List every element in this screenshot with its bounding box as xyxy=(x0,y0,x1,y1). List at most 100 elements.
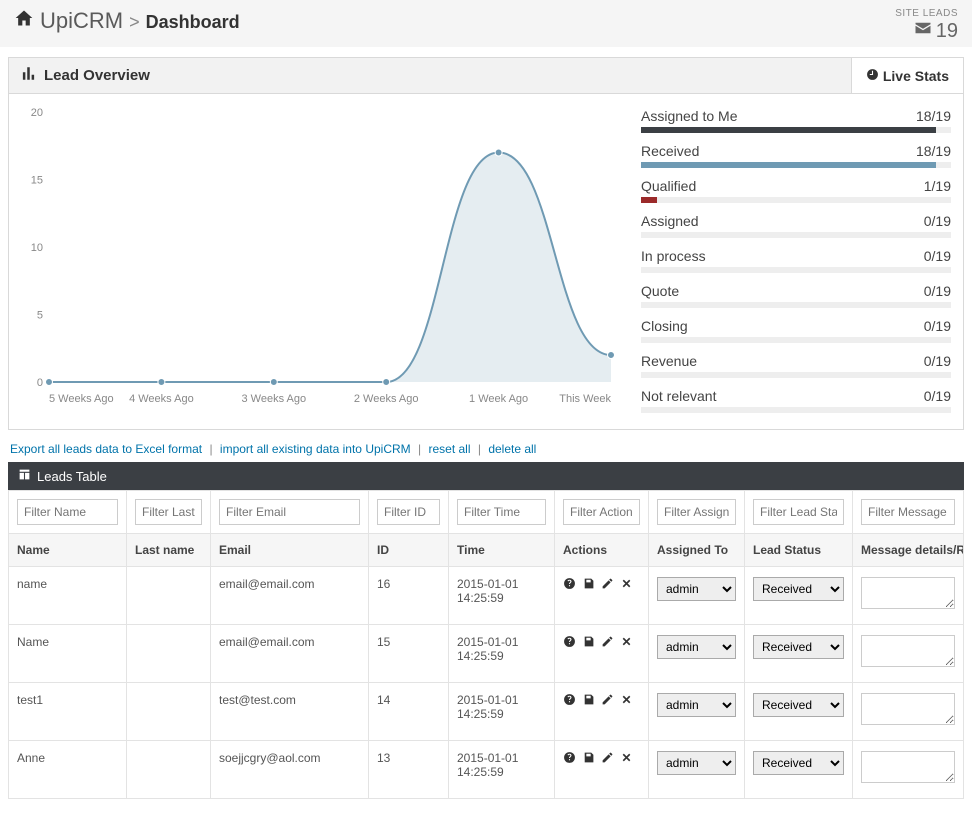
header-status[interactable]: Lead Status xyxy=(745,534,853,567)
stats-column: Assigned to Me18/19Received18/19Qualifie… xyxy=(641,102,951,413)
status-select[interactable]: Received xyxy=(753,751,844,775)
page-title: Dashboard xyxy=(146,12,240,33)
edit-icon[interactable] xyxy=(601,577,614,593)
stat-bar xyxy=(641,162,951,168)
stat-bar xyxy=(641,407,951,413)
remarks-textarea[interactable] xyxy=(861,635,955,667)
svg-text:4 Weeks Ago: 4 Weeks Ago xyxy=(129,393,194,405)
delete-icon[interactable] xyxy=(620,577,633,593)
delete-icon[interactable] xyxy=(620,635,633,651)
filter-assigned-input[interactable] xyxy=(657,499,736,525)
assigned-select[interactable]: admin xyxy=(657,577,736,601)
save-icon[interactable] xyxy=(582,693,595,709)
delete-icon[interactable] xyxy=(620,693,633,709)
app-name: UpiCRM xyxy=(40,8,123,34)
header-name[interactable]: Name xyxy=(9,534,127,567)
panel-title-label: Lead Overview xyxy=(44,67,150,84)
cell-time: 2015-01-01 14:25:59 xyxy=(449,625,555,683)
stat-row: In process0/19 xyxy=(641,248,951,273)
filter-time-input[interactable] xyxy=(457,499,546,525)
header-id[interactable]: ID xyxy=(369,534,449,567)
status-select[interactable]: Received xyxy=(753,693,844,717)
status-select[interactable]: Received xyxy=(753,577,844,601)
info-icon[interactable] xyxy=(563,693,576,709)
filter-message-input[interactable] xyxy=(861,499,955,525)
remarks-textarea[interactable] xyxy=(861,751,955,783)
svg-text:5 Weeks Ago: 5 Weeks Ago xyxy=(49,393,114,405)
cell-actions xyxy=(555,625,649,683)
stat-row: Quote0/19 xyxy=(641,283,951,308)
remarks-textarea[interactable] xyxy=(861,693,955,725)
stat-value: 18/19 xyxy=(916,108,951,124)
stat-value: 18/19 xyxy=(916,143,951,159)
svg-text:5: 5 xyxy=(37,310,43,322)
link-sep: | xyxy=(209,442,212,456)
stat-bar xyxy=(641,267,951,273)
header-assigned[interactable]: Assigned To xyxy=(649,534,745,567)
live-stats-tab[interactable]: Live Stats xyxy=(851,58,963,93)
filter-status-input[interactable] xyxy=(753,499,844,525)
leads-table-title: Leads Table xyxy=(37,469,107,484)
delete-link[interactable]: delete all xyxy=(488,442,536,456)
site-leads-label: SITE LEADS xyxy=(895,8,958,19)
table-body: nameemail@email.com162015-01-01 14:25:59… xyxy=(8,567,964,799)
breadcrumb: UpiCRM > Dashboard xyxy=(14,8,240,34)
lead-overview-panel: Lead Overview Live Stats 051015205 Weeks… xyxy=(8,57,964,430)
stat-row: Not relevant0/19 xyxy=(641,388,951,413)
cell-name: test1 xyxy=(9,683,127,741)
stat-label: Revenue xyxy=(641,353,697,369)
info-icon[interactable] xyxy=(563,751,576,767)
headers-row: Name Last name Email ID Time Actions Ass… xyxy=(8,534,964,567)
stat-bar xyxy=(641,197,951,203)
cell-id: 13 xyxy=(369,741,449,799)
filter-id-input[interactable] xyxy=(377,499,440,525)
topbar: UpiCRM > Dashboard SITE LEADS 19 xyxy=(0,0,972,47)
stat-label: Quote xyxy=(641,283,679,299)
stat-row: Qualified1/19 xyxy=(641,178,951,203)
cell-lastname xyxy=(127,741,211,799)
edit-icon[interactable] xyxy=(601,693,614,709)
info-icon[interactable] xyxy=(563,635,576,651)
edit-icon[interactable] xyxy=(601,635,614,651)
stat-label: Assigned xyxy=(641,213,699,229)
stat-value: 0/19 xyxy=(924,213,951,229)
cell-email: soejjcgry@aol.com xyxy=(211,741,369,799)
stat-row: Received 18/19 xyxy=(641,143,951,168)
cell-actions xyxy=(555,683,649,741)
delete-icon[interactable] xyxy=(620,751,633,767)
cell-actions xyxy=(555,741,649,799)
filter-name-input[interactable] xyxy=(17,499,118,525)
stat-row: Assigned 0/19 xyxy=(641,213,951,238)
stat-bar xyxy=(641,232,951,238)
remarks-textarea[interactable] xyxy=(861,577,955,609)
header-lastname[interactable]: Last name xyxy=(127,534,211,567)
cell-lastname xyxy=(127,625,211,683)
import-link[interactable]: import all existing data into UpiCRM xyxy=(220,442,411,456)
stat-value: 0/19 xyxy=(924,388,951,404)
link-sep: | xyxy=(418,442,421,456)
status-select[interactable]: Received xyxy=(753,635,844,659)
assigned-select[interactable]: admin xyxy=(657,693,736,717)
panel-title: Lead Overview xyxy=(9,58,162,93)
assigned-select[interactable]: admin xyxy=(657,635,736,659)
stat-value: 0/19 xyxy=(924,353,951,369)
save-icon[interactable] xyxy=(582,577,595,593)
reset-link[interactable]: reset all xyxy=(428,442,470,456)
home-icon[interactable] xyxy=(14,8,34,34)
header-email[interactable]: Email xyxy=(211,534,369,567)
info-icon[interactable] xyxy=(563,577,576,593)
header-actions[interactable]: Actions xyxy=(555,534,649,567)
export-link[interactable]: Export all leads data to Excel format xyxy=(10,442,202,456)
assigned-select[interactable]: admin xyxy=(657,751,736,775)
save-icon[interactable] xyxy=(582,751,595,767)
filter-actions-input[interactable] xyxy=(563,499,640,525)
save-icon[interactable] xyxy=(582,635,595,651)
header-message[interactable]: Message details/Remarks xyxy=(853,534,964,567)
stat-label: Received xyxy=(641,143,699,159)
filter-email-input[interactable] xyxy=(219,499,360,525)
edit-icon[interactable] xyxy=(601,751,614,767)
svg-text:20: 20 xyxy=(31,107,43,119)
filter-lastname-input[interactable] xyxy=(135,499,202,525)
table-row: nameemail@email.com162015-01-01 14:25:59… xyxy=(8,567,964,625)
header-time[interactable]: Time xyxy=(449,534,555,567)
